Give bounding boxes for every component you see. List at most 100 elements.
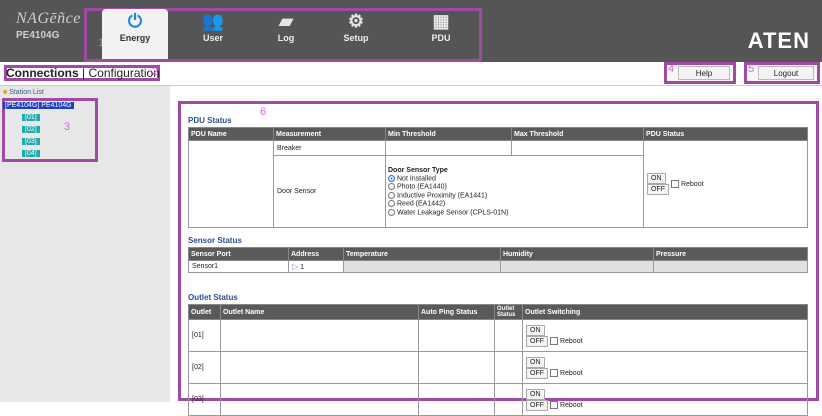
col-pdu-name: PDU Name [188, 127, 274, 141]
col-outlet-name: Outlet Name [220, 304, 419, 320]
tab-user-label: User [202, 33, 223, 43]
radio-photo[interactable] [388, 183, 395, 191]
pdu-name-cell [188, 140, 274, 228]
tab-energy[interactable]: ⏻ Energy [102, 9, 168, 59]
tab-energy-label: Energy [119, 33, 151, 43]
tree-outlet-04[interactable]: [04] [22, 150, 40, 157]
col-max-threshold: Max Threshold [511, 127, 644, 141]
col-min-threshold: Min Threshold [385, 127, 512, 141]
sensor-temperature-cell [343, 260, 501, 273]
tab-log[interactable]: ▰ Log [253, 9, 319, 59]
station-list-label: Station List [9, 89, 44, 96]
expand-arrow-icon[interactable]: ▷ [292, 262, 298, 271]
logo-brand: NAGēñce [16, 10, 81, 27]
sensor-port-cell: Sensor1 [188, 260, 289, 273]
outlet-id-02: [02] [188, 351, 221, 384]
tree-root-station[interactable]: [PE4104G] PE4104G [3, 102, 74, 109]
outlet-status-01 [494, 319, 523, 352]
sensor-humidity-cell [500, 260, 654, 273]
pdu-reboot-checkbox[interactable] [670, 180, 679, 188]
tab-setup[interactable]: ⚙ Setup [323, 9, 389, 59]
outlet-status-02 [494, 351, 523, 384]
pdu-status-table: PDU Name Measurement Min Threshold Max T… [188, 127, 808, 228]
breaker-min [385, 140, 512, 156]
outlet-01-on-button[interactable]: ON [526, 324, 545, 336]
subnav: Connections | Configuration [6, 66, 160, 80]
callout-5: 5 [748, 63, 755, 75]
callout-4: 4 [668, 63, 675, 75]
logout-button[interactable]: Logout [758, 66, 814, 80]
tab-user[interactable]: 👥 User [180, 9, 246, 59]
door-sensor-cell: Door Sensor [273, 155, 386, 228]
outlet-02-off-button[interactable]: OFF [526, 367, 548, 379]
outlet-03-off-button[interactable]: OFF [526, 399, 548, 411]
outlet-ping-03 [418, 383, 495, 416]
outlet-name-01 [220, 319, 419, 352]
outlet-switching-01: ON OFF Reboot [522, 319, 808, 352]
col-address: Address [288, 247, 344, 261]
sensor-status-title: Sensor Status [188, 236, 242, 245]
radio-reed[interactable] [388, 200, 395, 208]
col-temperature: Temperature [343, 247, 501, 261]
outlet-03-on-button[interactable]: ON [526, 388, 545, 400]
station-list-header: ■ Station List [3, 89, 44, 96]
tree-outlet-02[interactable]: [02] [22, 126, 40, 133]
pdu-status-cell: ON OFF Reboot [643, 140, 808, 228]
callout-2: 2 [152, 66, 159, 78]
tab-configuration[interactable]: Configuration [88, 66, 159, 80]
pdu-off-button[interactable]: OFF [647, 184, 669, 195]
outlet-status-title: Outlet Status [188, 293, 238, 302]
option-inductive: Inductive Proximity (EA1441) [397, 192, 488, 200]
tree-outlet-01[interactable]: [01] [22, 114, 40, 121]
outlet-02-on-button[interactable]: ON [526, 356, 545, 368]
folder-icon: ■ [3, 89, 8, 96]
users-icon: 👥 [201, 11, 225, 31]
door-sensor-type-cell: Door Sensor Type Not Installed Photo (EA… [385, 155, 644, 228]
col-humidity: Humidity [500, 247, 654, 261]
subnav-separator: | [82, 66, 86, 80]
sensor-address-value: 1 [300, 264, 305, 271]
outlet-name-02 [220, 351, 419, 384]
col-pressure: Pressure [653, 247, 808, 261]
tab-connections[interactable]: Connections [6, 66, 79, 80]
col-outlet-status: Outlet Status [494, 304, 523, 320]
log-icon: ▰ [279, 11, 293, 31]
door-sensor-type-label: Door Sensor Type [388, 167, 448, 175]
option-not-installed: Not Installed [397, 175, 436, 183]
col-auto-ping: Auto Ping Status [418, 304, 495, 320]
tree-outlet-03[interactable]: [03] [22, 138, 40, 145]
logo: NAGēñce PE4104G [16, 10, 81, 41]
gear-icon: ⚙ [347, 11, 365, 31]
outlet-ping-02 [418, 351, 495, 384]
col-pdu-status: PDU Status [643, 127, 808, 141]
option-water-leakage: Water Leakage Sensor (CPLS-01N) [397, 208, 509, 216]
col-sensor-port: Sensor Port [188, 247, 289, 261]
col-outlet: Outlet [188, 304, 221, 320]
pdu-on-button[interactable]: ON [647, 173, 666, 184]
power-icon: ⏻ [127, 11, 143, 31]
option-reed: Reed (EA1442) [397, 200, 446, 208]
sensor-pressure-cell [653, 260, 808, 273]
col-outlet-switching: Outlet Switching [522, 304, 808, 320]
pdu-icon: ▦ [432, 11, 450, 31]
radio-water-leakage[interactable] [388, 208, 395, 216]
tab-setup-label: Setup [343, 33, 369, 43]
outlet-01-reboot-checkbox[interactable] [549, 336, 558, 345]
col-measurement: Measurement [273, 127, 386, 141]
breaker-max [511, 140, 644, 156]
sensor-status-table: Sensor Port Address Temperature Humidity… [188, 247, 808, 273]
sensor-address-cell: ▷ 1 [288, 260, 344, 273]
option-photo: Photo (EA1440) [397, 183, 447, 191]
pdu-status-title: PDU Status [188, 116, 232, 125]
outlet-02-reboot-checkbox[interactable] [549, 368, 558, 377]
tab-pdu[interactable]: ▦ PDU [408, 9, 474, 59]
outlet-status-table: Outlet Outlet Name Auto Ping Status Outl… [188, 304, 808, 416]
radio-not-installed[interactable] [388, 175, 395, 183]
outlet-status-03 [494, 383, 523, 416]
radio-inductive[interactable] [388, 191, 395, 199]
help-button[interactable]: Help [678, 66, 730, 80]
outlet-ping-01 [418, 319, 495, 352]
outlet-name-03 [220, 383, 419, 416]
outlet-01-off-button[interactable]: OFF [526, 335, 548, 347]
outlet-03-reboot-label: Reboot [559, 401, 583, 409]
